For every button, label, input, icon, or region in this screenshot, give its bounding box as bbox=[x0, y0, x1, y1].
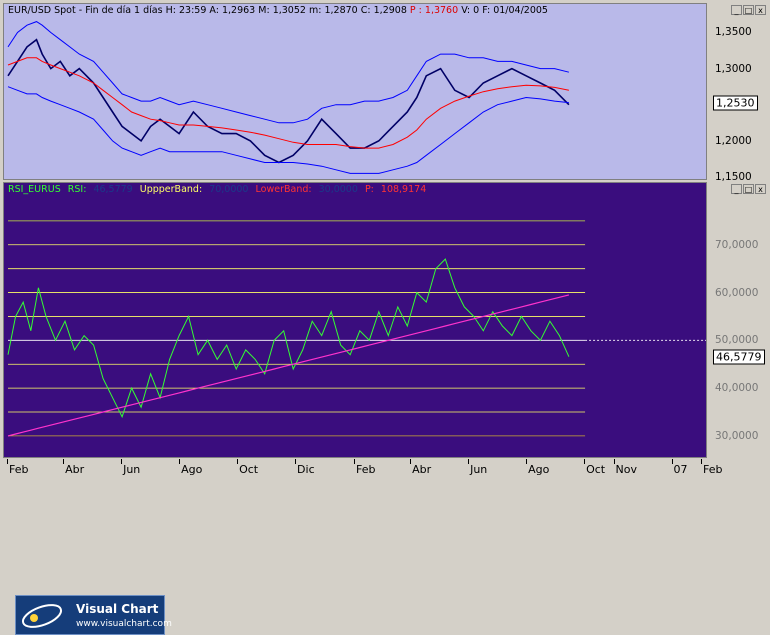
lower-label: LowerBand: bbox=[255, 184, 312, 195]
h-label: H: bbox=[165, 5, 176, 16]
x-tick-label: Ago bbox=[528, 463, 550, 476]
close-icon[interactable]: x bbox=[755, 184, 766, 194]
x-tick-mark bbox=[237, 459, 239, 464]
x-tick-mark bbox=[7, 459, 8, 464]
minimize-icon[interactable]: _ bbox=[731, 5, 742, 15]
x-tick-label: Abr bbox=[412, 463, 432, 476]
x-tick-mark bbox=[121, 459, 123, 464]
price-header: EUR/USD Spot - Fin de día 1 días H: 23:5… bbox=[8, 5, 548, 16]
upper-label: UppperBand: bbox=[139, 184, 203, 195]
price-tick-label: 1,2000 bbox=[715, 134, 752, 147]
rsi-header: RSI_EURUS RSI: 46,5779 UppperBand: 70,00… bbox=[8, 184, 430, 195]
series-lower-band bbox=[7, 86, 569, 174]
rsi-p-value: 108,9174 bbox=[380, 184, 427, 195]
series-RSI_EURUS bbox=[7, 258, 570, 419]
x-tick-label: Dic bbox=[297, 463, 315, 476]
upper-value: 70,0000 bbox=[209, 184, 249, 195]
x-tick-label: Jun bbox=[470, 463, 488, 476]
x-tick-mark bbox=[701, 459, 702, 464]
p-value: 1,3760 bbox=[424, 5, 459, 16]
rsi-tick-label: 70,0000 bbox=[715, 238, 759, 251]
price-tick-label: 1,3500 bbox=[715, 26, 752, 39]
c-label: C: bbox=[360, 5, 371, 16]
maximize-icon[interactable]: □ bbox=[743, 5, 754, 15]
series-moving-average bbox=[7, 57, 569, 149]
x-tick-label: Ago bbox=[181, 463, 203, 476]
minimize-icon[interactable]: _ bbox=[731, 184, 742, 194]
x-tick-mark bbox=[410, 459, 412, 464]
x-tick-mark bbox=[63, 459, 65, 464]
rsi-window-buttons: _ □ x bbox=[731, 184, 766, 194]
mi-label: m: bbox=[308, 5, 322, 16]
series-upper-band bbox=[7, 21, 570, 124]
f-label: F: bbox=[482, 5, 491, 16]
c-value: 1,2908 bbox=[373, 5, 407, 16]
x-tick-mark bbox=[354, 459, 355, 464]
rsi-chart-plot bbox=[7, 220, 706, 437]
x-tick-label: 07 bbox=[673, 463, 688, 476]
p-label: P : bbox=[409, 5, 422, 16]
x-tick-mark bbox=[468, 459, 470, 464]
logo-url: www.visualchart.com bbox=[76, 619, 172, 629]
rsi-chart-panel[interactable]: RSI_EURUS RSI: 46,5779 UppperBand: 70,00… bbox=[3, 182, 707, 635]
rsi-value: 46,5779 bbox=[93, 184, 133, 195]
swoosh-icon bbox=[21, 604, 63, 628]
period-label: Fin de día 1 días bbox=[85, 5, 163, 16]
x-tick-mark bbox=[526, 459, 528, 464]
x-tick-label: Abr bbox=[65, 463, 85, 476]
f-value: 01/04/2005 bbox=[493, 5, 548, 16]
x-tick-mark bbox=[584, 459, 586, 464]
price-y-axis: _ □ x 1,35001,30001,25001,20001,1500 1,2… bbox=[707, 3, 770, 183]
mi-value: 1,2870 bbox=[324, 5, 358, 16]
rsi-tick-label: 50,0000 bbox=[715, 334, 759, 347]
x-tick-label: Nov bbox=[615, 463, 637, 476]
logo-name: Visual Chart bbox=[76, 602, 159, 616]
visual-chart-logo: Visual Chart www.visualchart.com bbox=[15, 595, 172, 635]
a-label: A: bbox=[209, 5, 219, 16]
x-tick-label: Oct bbox=[239, 463, 259, 476]
a-value: 1,2963 bbox=[221, 5, 256, 16]
x-tick-label: Jun bbox=[123, 463, 141, 476]
v-label: V: bbox=[461, 5, 471, 16]
rsi-name: RSI_EURUS bbox=[8, 184, 61, 195]
price-last-value: 1,2530 bbox=[713, 95, 758, 111]
x-axis: Feb Abr Jun Ago Oct Dic Feb Abr Jun Ago Oct Nov 07 Fe… bbox=[0, 459, 770, 481]
v-value: 0 bbox=[473, 5, 480, 16]
x-tick-mark bbox=[613, 459, 615, 464]
x-tick-label: Feb bbox=[703, 463, 723, 476]
rsi-tick-label: 60,0000 bbox=[715, 286, 759, 299]
rsi-p-label: P: bbox=[364, 184, 374, 195]
lower-value: 30,0000 bbox=[318, 184, 358, 195]
rsi-y-axis: _ □ x 70,0000 60,0000 50,0000 40,0000 30,000… bbox=[707, 182, 770, 458]
m-value: 1,3052 bbox=[272, 5, 306, 16]
rsi-tick-label: 40,0000 bbox=[715, 382, 759, 395]
x-tick-mark bbox=[179, 459, 181, 464]
h-value: 23:59 bbox=[178, 5, 207, 16]
price-chart-plot bbox=[7, 21, 570, 174]
price-chart-panel[interactable]: EUR/USD Spot - Fin de día 1 días H: 23:5… bbox=[3, 3, 707, 180]
x-tick-label: Oct bbox=[586, 463, 606, 476]
m-label: M: bbox=[258, 5, 270, 16]
close-icon[interactable]: x bbox=[755, 5, 766, 15]
x-tick-label: Feb bbox=[9, 463, 29, 476]
symbol-label: EUR/USD Spot bbox=[8, 5, 76, 16]
x-tick-label: Feb bbox=[356, 463, 376, 476]
x-tick-mark bbox=[671, 459, 673, 464]
x-tick-mark bbox=[295, 459, 297, 464]
maximize-icon[interactable]: □ bbox=[743, 184, 754, 194]
rsi-last-value: 46,5779 bbox=[713, 349, 765, 365]
rsi-tick-label: 30,0000 bbox=[715, 429, 759, 442]
price-tick-label: 1,3000 bbox=[715, 62, 752, 75]
price-window-buttons: _ □ x bbox=[731, 5, 766, 15]
rsi-label: RSI: bbox=[67, 184, 87, 195]
